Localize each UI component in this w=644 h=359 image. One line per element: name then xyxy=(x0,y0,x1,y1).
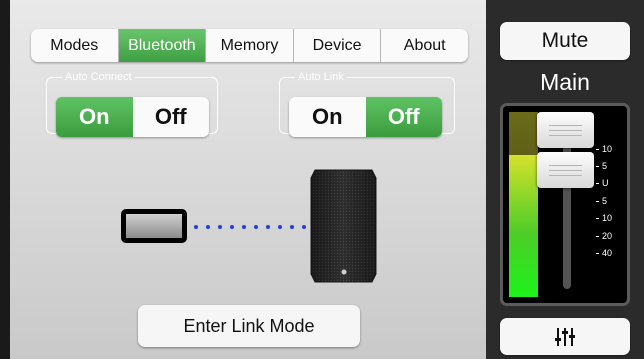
fader-handle[interactable] xyxy=(537,112,594,148)
mute-button[interactable]: Mute xyxy=(500,22,630,60)
tab-memory[interactable]: Memory xyxy=(206,29,294,62)
channel-settings-button[interactable] xyxy=(500,318,630,355)
tab-modes[interactable]: Modes xyxy=(31,29,119,62)
auto-link-legend: Auto Link xyxy=(298,71,344,83)
fader-handle-secondary[interactable] xyxy=(537,152,594,188)
app-screen: Modes Bluetooth Memory Device About Auto… xyxy=(0,0,644,359)
scale-mark: U xyxy=(596,178,609,188)
auto-connect-off-button[interactable]: Off xyxy=(133,97,210,137)
auto-link-group: Auto Link On Off xyxy=(279,71,455,137)
scale-mark: 10 xyxy=(596,213,612,223)
tab-about[interactable]: About xyxy=(381,29,468,62)
auto-link-on-button[interactable]: On xyxy=(289,97,366,137)
tab-bluetooth[interactable]: Bluetooth xyxy=(118,29,207,62)
fader-grip-line xyxy=(549,135,582,136)
auto-connect-group: Auto Connect On Off xyxy=(46,71,218,137)
fader-grip-line xyxy=(549,165,582,166)
auto-connect-legend: Auto Connect xyxy=(65,71,132,83)
mixer-sliders-icon xyxy=(555,327,575,346)
level-meter-fill xyxy=(509,154,538,297)
auto-connect-on-button[interactable]: On xyxy=(56,97,133,137)
channel-name: Main xyxy=(540,69,590,95)
fader-grip-line xyxy=(549,175,582,176)
scale-mark: 10 xyxy=(596,144,612,154)
phone-icon xyxy=(121,209,187,243)
enter-link-mode-button[interactable]: Enter Link Mode xyxy=(138,305,360,347)
speaker-icon xyxy=(310,169,377,283)
tab-device[interactable]: Device xyxy=(294,29,382,62)
link-dots-icon xyxy=(194,225,306,229)
scale-mark: 5 xyxy=(596,196,607,206)
tab-bar: Modes Bluetooth Memory Device About xyxy=(31,29,468,62)
screen-edge xyxy=(0,0,10,359)
scale-mark: 40 xyxy=(596,248,612,258)
scale-mark: 20 xyxy=(596,231,612,241)
auto-link-toggle: On Off xyxy=(289,97,442,137)
scale-mark: 5 xyxy=(596,161,607,171)
fader-grip-line xyxy=(549,125,582,126)
level-meter xyxy=(509,112,538,297)
fader-grip-line xyxy=(549,170,582,171)
auto-link-off-button[interactable]: Off xyxy=(365,97,442,137)
fader-grip-line xyxy=(549,130,582,131)
auto-connect-toggle: On Off xyxy=(56,97,209,137)
